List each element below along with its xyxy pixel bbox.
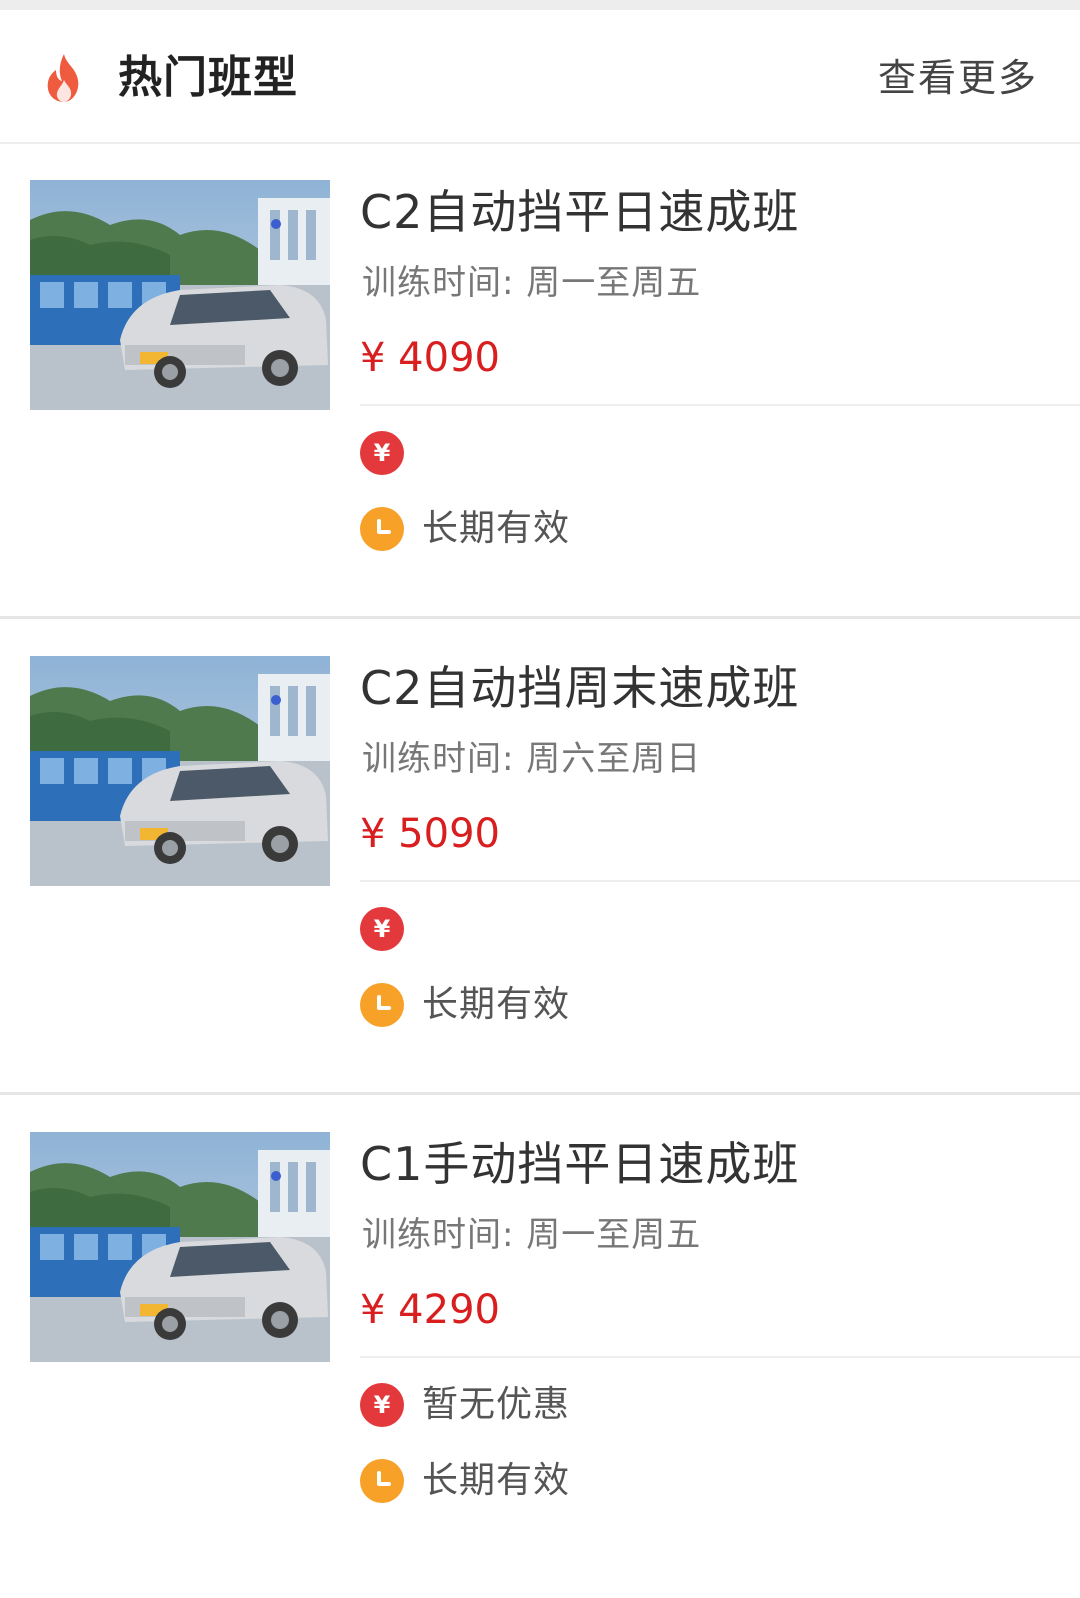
course-training-time: 训练时间: 周六至周日 xyxy=(362,739,702,779)
discount-row: ¥ 暂无优惠 xyxy=(360,1380,1060,1430)
clock-icon xyxy=(360,507,404,551)
discount-row: ¥ xyxy=(360,904,1060,954)
yen-icon: ¥ xyxy=(360,907,404,951)
card-separator xyxy=(360,1356,1080,1358)
validity-row: 长期有效 xyxy=(360,504,1060,554)
course-card[interactable]: C1手动挡平日速成班 训练时间: 周一至周五 ¥ 4290 ¥ 暂无优惠 长期有… xyxy=(0,1098,1080,1574)
course-price: ¥ 5090 xyxy=(360,811,500,857)
clock-icon xyxy=(360,983,404,1027)
discount-row: ¥ xyxy=(360,428,1060,478)
course-price: ¥ 4290 xyxy=(360,1287,500,1333)
top-strip xyxy=(0,0,1080,10)
section-title: 热门班型 xyxy=(118,52,298,103)
card-separator xyxy=(360,880,1080,882)
course-thumbnail[interactable] xyxy=(30,1132,330,1362)
course-price: ¥ 4090 xyxy=(360,335,500,381)
course-training-time: 训练时间: 周一至周五 xyxy=(362,263,702,303)
yen-icon: ¥ xyxy=(360,431,404,475)
view-more-link[interactable]: 查看更多 xyxy=(878,52,1038,104)
validity-label: 长期有效 xyxy=(422,1460,571,1501)
validity-label: 长期有效 xyxy=(422,984,571,1025)
course-thumbnail[interactable] xyxy=(30,180,330,410)
section-header: 热门班型 查看更多 xyxy=(0,10,1080,144)
course-card[interactable]: C2自动挡平日速成班 训练时间: 周一至周五 ¥ 4090 ¥ 长期有效 xyxy=(0,146,1080,622)
course-thumbnail[interactable] xyxy=(30,656,330,886)
flame-icon xyxy=(47,54,79,102)
course-title[interactable]: C2自动挡平日速成班 xyxy=(360,182,799,242)
course-title[interactable]: C1手动挡平日速成班 xyxy=(360,1134,799,1194)
card-divider xyxy=(0,616,1080,619)
card-separator xyxy=(360,404,1080,406)
course-title[interactable]: C2自动挡周末速成班 xyxy=(360,658,799,718)
course-training-time: 训练时间: 周一至周五 xyxy=(362,1215,702,1255)
card-divider xyxy=(0,1092,1080,1095)
discount-label: 暂无优惠 xyxy=(422,1384,571,1425)
yen-icon: ¥ xyxy=(360,1383,404,1427)
validity-row: 长期有效 xyxy=(360,980,1060,1030)
validity-row: 长期有效 xyxy=(360,1456,1060,1506)
validity-label: 长期有效 xyxy=(422,508,571,549)
clock-icon xyxy=(360,1459,404,1503)
course-card[interactable]: C2自动挡周末速成班 训练时间: 周六至周日 ¥ 5090 ¥ 长期有效 xyxy=(0,622,1080,1098)
